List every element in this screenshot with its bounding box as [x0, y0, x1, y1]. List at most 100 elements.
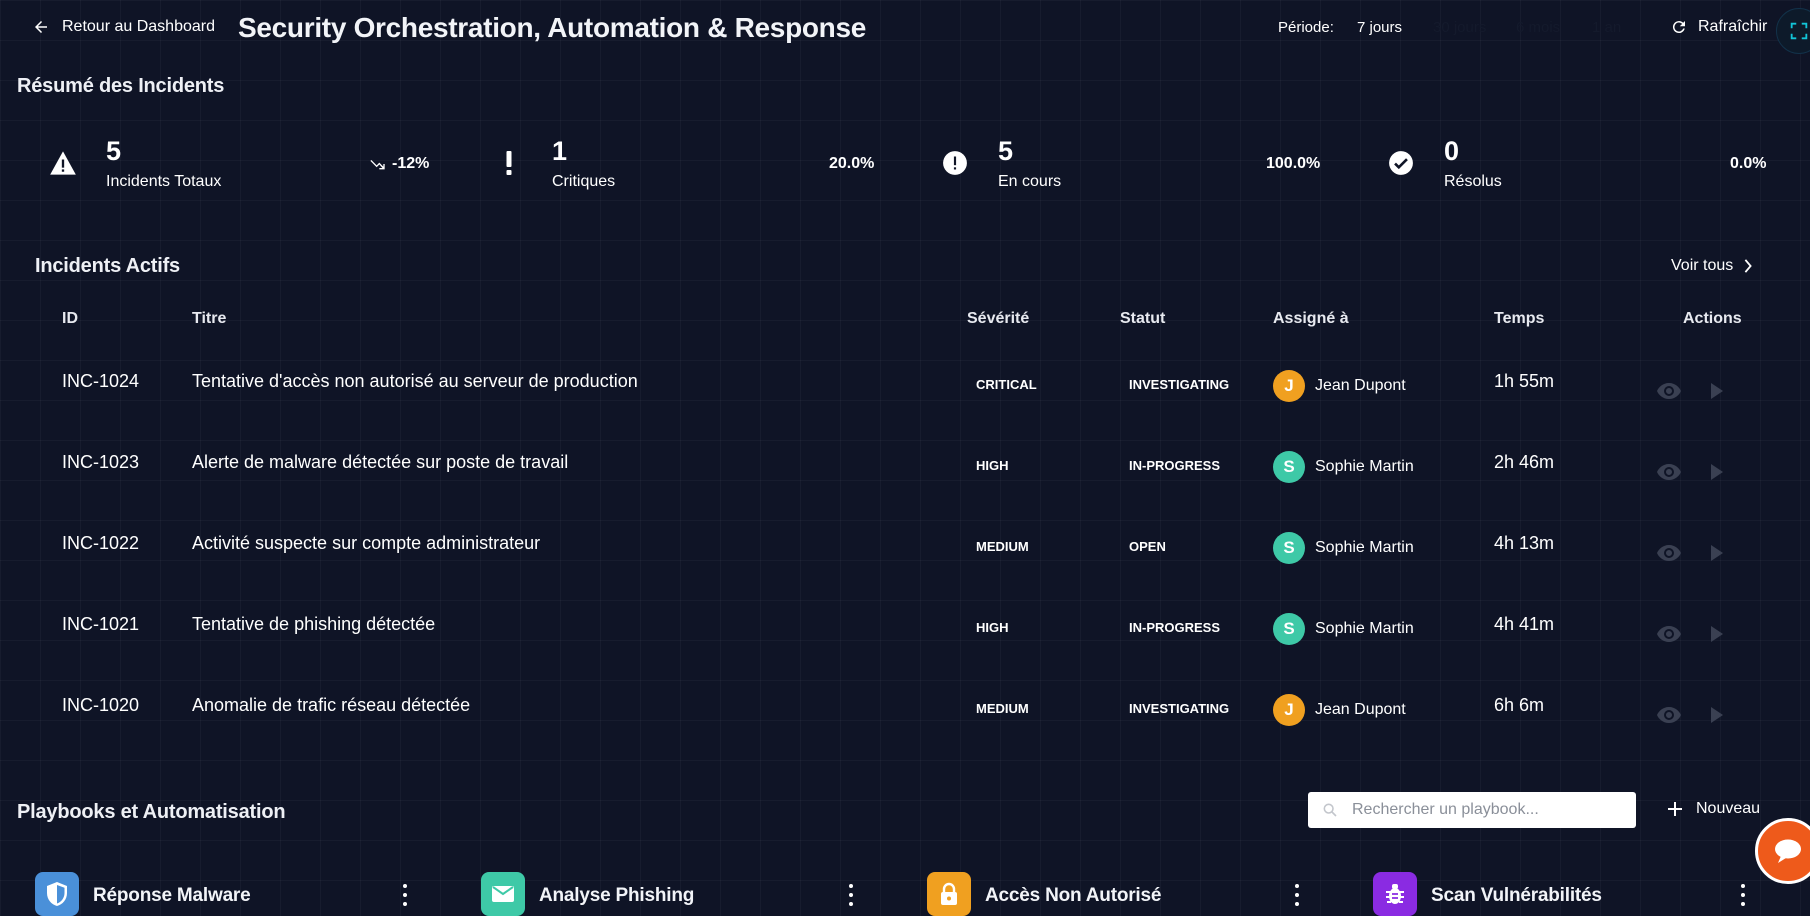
refresh-icon — [1672, 21, 1685, 34]
playbook-name: Accès Non Autorisé — [985, 885, 1162, 906]
incident-id: INC-1023 — [62, 452, 140, 472]
column-header-title: Titre — [192, 310, 227, 327]
column-header-id: ID — [62, 310, 78, 327]
stat-card-resolved: 0 Résolus 0.0% — [1386, 130, 1806, 200]
stat-trend-value: -12% — [392, 155, 430, 172]
view-icon[interactable] — [1656, 461, 1682, 483]
status-badge: INVESTIGATING — [1129, 377, 1230, 392]
incidents-section-title: Incidents Actifs — [35, 255, 180, 277]
play-icon[interactable] — [1704, 380, 1730, 402]
elapsed-time: 6h 6m — [1494, 695, 1545, 715]
period-option-30d[interactable]: 30 jours — [1433, 19, 1486, 36]
avatar: S — [1273, 532, 1305, 564]
playbook-card[interactable]: Scan Vulnérabilités — [1373, 872, 1753, 916]
incident-title: Activité suspecte sur compte administrat… — [192, 533, 541, 553]
stat-value: 0 — [1444, 136, 1460, 166]
avatar: S — [1273, 451, 1305, 483]
incident-id: INC-1024 — [62, 371, 140, 391]
check-circle-icon — [1386, 148, 1416, 178]
bug-icon — [1373, 872, 1417, 916]
incident-title: Tentative de phishing détectée — [192, 614, 436, 634]
elapsed-time: 2h 46m — [1494, 452, 1555, 472]
more-vertical-icon[interactable] — [1291, 884, 1303, 906]
playbook-search-input[interactable] — [1350, 800, 1620, 820]
assignee: S Sophie Martin — [1273, 613, 1414, 645]
incident-id: INC-1020 — [62, 695, 140, 715]
assignee-name: Sophie Martin — [1315, 620, 1414, 637]
playbook-search — [1308, 792, 1636, 828]
shield-icon — [35, 872, 79, 916]
playbooks-section-title: Playbooks et Automatisation — [17, 801, 286, 823]
incident-id: INC-1021 — [62, 614, 140, 634]
more-vertical-icon[interactable] — [399, 884, 411, 906]
back-to-dashboard-button[interactable]: Retour au Dashboard — [32, 18, 215, 36]
fullscreen-icon — [1790, 22, 1808, 40]
playbook-card[interactable]: Réponse Malware — [35, 872, 415, 916]
alert-circle-icon — [940, 148, 970, 178]
stat-trend: 20.0% — [829, 155, 875, 172]
mail-icon — [481, 872, 525, 916]
incident-title: Tentative d'accès non autorisé au serveu… — [192, 371, 638, 391]
table-row[interactable]: INC-1020 Anomalie de trafic réseau détec… — [0, 676, 1810, 757]
back-label: Retour au Dashboard — [62, 18, 215, 35]
row-actions — [1656, 704, 1730, 726]
table-row[interactable]: INC-1023 Alerte de malware détectée sur … — [0, 433, 1810, 514]
lock-icon — [927, 872, 971, 916]
severity-badge: MEDIUM — [976, 701, 1029, 716]
fullscreen-button[interactable] — [1776, 8, 1810, 54]
view-icon[interactable] — [1656, 623, 1682, 645]
view-icon[interactable] — [1656, 380, 1682, 402]
stat-card-critical: 1 Critiques 20.0% — [494, 130, 914, 200]
assignee-name: Jean Dupont — [1315, 701, 1406, 718]
playbook-name: Analyse Phishing — [539, 885, 695, 906]
table-row[interactable]: INC-1022 Activité suspecte sur compte ad… — [0, 514, 1810, 595]
severity-badge: HIGH — [976, 458, 1009, 473]
plus-icon — [1668, 802, 1682, 816]
more-vertical-icon[interactable] — [845, 884, 857, 906]
assignee: J Jean Dupont — [1273, 370, 1406, 402]
warning-icon — [48, 148, 78, 178]
chat-bubble-icon — [1775, 839, 1801, 863]
stat-value: 5 — [998, 136, 1014, 166]
play-icon[interactable] — [1704, 623, 1730, 645]
play-icon[interactable] — [1704, 461, 1730, 483]
refresh-label: Rafraîchir — [1698, 18, 1768, 35]
stat-card-total: 5 Incidents Totaux -12% — [48, 130, 468, 200]
status-badge: INVESTIGATING — [1129, 701, 1230, 716]
chat-widget-button[interactable] — [1755, 818, 1810, 884]
column-header-time: Temps — [1494, 310, 1545, 327]
period-option-6m[interactable]: 6 mois — [1516, 19, 1560, 36]
playbook-card[interactable]: Accès Non Autorisé — [927, 872, 1307, 916]
table-row[interactable]: INC-1021 Tentative de phishing détectée … — [0, 595, 1810, 676]
stat-value: 5 — [106, 136, 122, 166]
refresh-button[interactable]: Rafraîchir — [1670, 18, 1767, 36]
table-row[interactable]: INC-1024 Tentative d'accès non autorisé … — [0, 352, 1810, 433]
elapsed-time: 4h 41m — [1494, 614, 1555, 634]
new-playbook-label: Nouveau — [1696, 800, 1761, 817]
period-option-1y[interactable]: 1 an — [1592, 19, 1621, 36]
avatar: J — [1273, 694, 1305, 726]
chevron-right-icon — [1744, 259, 1753, 273]
playbook-card[interactable]: Analyse Phishing — [481, 872, 861, 916]
stat-card-in-progress: 5 En cours 100.0% — [940, 130, 1360, 200]
new-playbook-button[interactable]: Nouveau — [1668, 800, 1760, 818]
view-icon[interactable] — [1656, 704, 1682, 726]
view-icon[interactable] — [1656, 542, 1682, 564]
stat-trend: -12% — [370, 155, 429, 173]
period-option-7d[interactable]: 7 jours — [1357, 19, 1402, 36]
stat-label: Critiques — [552, 173, 616, 190]
severity-badge: CRITICAL — [976, 377, 1037, 392]
column-header-status: Statut — [1120, 310, 1166, 327]
assignee: S Sophie Martin — [1273, 532, 1414, 564]
elapsed-time: 4h 13m — [1494, 533, 1555, 553]
play-icon[interactable] — [1704, 704, 1730, 726]
view-all-link[interactable]: Voir tous — [1671, 257, 1753, 275]
play-icon[interactable] — [1704, 542, 1730, 564]
severity-badge: MEDIUM — [976, 539, 1029, 554]
assignee-name: Sophie Martin — [1315, 458, 1414, 475]
row-actions — [1656, 461, 1730, 483]
severity-badge: HIGH — [976, 620, 1009, 635]
more-vertical-icon[interactable] — [1737, 884, 1749, 906]
row-actions — [1656, 380, 1730, 402]
status-badge: IN-PROGRESS — [1129, 620, 1221, 635]
